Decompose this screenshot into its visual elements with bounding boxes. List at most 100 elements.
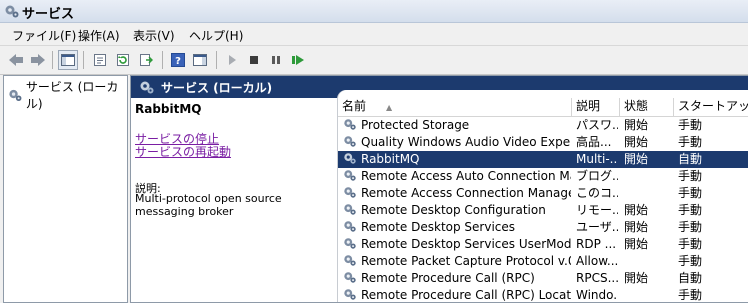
menu-help[interactable]: ヘルプ(H): [189, 27, 243, 44]
service-gear-icon: [343, 134, 357, 151]
service-description: Windo...: [576, 288, 618, 302]
service-name: Remote Access Connection Manager: [361, 186, 571, 200]
service-description: Allow...: [576, 254, 618, 268]
window-title: サービス: [22, 7, 75, 22]
service-status: [624, 287, 672, 302]
title-bar: サービス: [0, 0, 748, 23]
service-status: [624, 253, 672, 270]
tree-node-label: サービス (ローカル): [25, 80, 119, 111]
service-gear-icon: [343, 270, 357, 287]
service-description: リモー...: [576, 203, 618, 217]
service-startup-type: 自動: [678, 271, 703, 285]
service-name: Remote Access Auto Connection Mana...: [361, 169, 571, 183]
menu-file[interactable]: ファイル(F): [12, 27, 76, 44]
service-status: 開始: [624, 271, 649, 285]
service-status: 開始: [624, 135, 649, 149]
tree-node-services-local[interactable]: サービス (ローカル): [8, 78, 127, 112]
service-description: パスワ...: [576, 118, 618, 132]
show-console-tree-icon[interactable]: [58, 50, 78, 70]
service-description: RDP ...: [576, 237, 617, 251]
service-startup-type: 手動: [678, 254, 703, 268]
service-gear-icon: [343, 151, 357, 168]
service-description: このコ...: [576, 186, 618, 200]
service-gear-icon: [343, 117, 357, 134]
service-gear-icon: [343, 253, 357, 270]
service-startup-type: 手動: [678, 135, 703, 149]
export-list-icon[interactable]: [136, 50, 156, 70]
table-row[interactable]: Remote Procedure Call (RPC) Locator Windo…: [338, 287, 748, 302]
menu-view[interactable]: 表示(V): [133, 27, 175, 44]
service-status: 開始: [624, 203, 649, 217]
show-action-pane-icon[interactable]: [190, 50, 210, 70]
service-gear-icon: [343, 185, 357, 202]
service-name: RabbitMQ: [361, 152, 420, 166]
services-gear-icon: [5, 5, 19, 18]
stop-service-icon[interactable]: [244, 50, 264, 70]
help-icon[interactable]: ?: [168, 50, 188, 70]
service-name: Remote Procedure Call (RPC): [361, 271, 535, 285]
table-row[interactable]: Remote Procedure Call (RPC) RPCS... 開始 自動: [338, 270, 748, 287]
service-name: Protected Storage: [361, 118, 470, 132]
service-status: [624, 185, 672, 202]
service-description: RPCS...: [576, 271, 618, 285]
services-gear-icon: [140, 81, 154, 94]
restart-service-link[interactable]: サービスの再起動: [135, 143, 231, 160]
table-row[interactable]: Remote Desktop Services ユーザ... 開始 手動: [338, 219, 748, 236]
svg-text:?: ?: [175, 56, 181, 67]
service-gear-icon: [343, 168, 357, 185]
table-row[interactable]: Remote Access Auto Connection Mana... ブログ…: [338, 168, 748, 185]
table-row[interactable]: Remote Packet Capture Protocol v.0 (e...…: [338, 253, 748, 270]
service-startup-type: 手動: [678, 169, 703, 183]
sort-ascending-icon: ▲: [386, 103, 393, 112]
services-gear-icon: [9, 89, 22, 102]
services-list: 名前▲ 説明 状態 スタートアップの Protected Storage パスワ.…: [338, 90, 748, 302]
service-status: 開始: [624, 152, 649, 166]
toolbar: ?: [0, 45, 748, 75]
service-status: 開始: [624, 220, 649, 234]
forward-arrow-icon[interactable]: [28, 50, 48, 70]
service-startup-type: 自動: [678, 152, 703, 166]
service-gear-icon: [343, 287, 357, 302]
table-row[interactable]: Remote Desktop Services UserMode P... RDP…: [338, 236, 748, 253]
service-status: [624, 168, 672, 185]
pane-title: サービス (ローカル): [161, 81, 273, 95]
service-name: Remote Desktop Services UserMode P...: [361, 237, 571, 251]
service-description: ブログ...: [576, 169, 618, 183]
service-name: Remote Procedure Call (RPC) Locator: [361, 288, 571, 302]
properties-icon[interactable]: [90, 50, 110, 70]
restart-service-icon[interactable]: [288, 50, 308, 70]
service-gear-icon: [343, 219, 357, 236]
service-status: 開始: [624, 237, 649, 251]
service-status: 開始: [624, 118, 649, 132]
table-row[interactable]: Remote Access Connection Manager このコ... 手動: [338, 185, 748, 202]
service-description: 高品...: [576, 135, 612, 149]
column-header-startup-type[interactable]: スタートアップの: [674, 98, 748, 116]
table-row[interactable]: Quality Windows Audio Video Experien... 高…: [338, 134, 748, 151]
table-row[interactable]: Remote Desktop Configuration リモー... 開始 手動: [338, 202, 748, 219]
service-gear-icon: [343, 202, 357, 219]
console-tree: サービス (ローカル): [3, 75, 128, 303]
service-description: Multi-...: [576, 152, 618, 166]
column-header-description[interactable]: 説明: [572, 98, 620, 116]
column-header-status[interactable]: 状態: [620, 98, 674, 116]
table-row[interactable]: RabbitMQ Multi-... 開始 自動: [338, 151, 748, 168]
pause-service-icon[interactable]: [266, 50, 286, 70]
menu-bar: ファイル(F) 操作(A) 表示(V) ヘルプ(H): [0, 23, 748, 45]
service-name: Remote Desktop Configuration: [361, 203, 546, 217]
service-gear-icon: [343, 236, 357, 253]
service-startup-type: 手動: [678, 186, 703, 200]
services-pane: サービス (ローカル) RabbitMQ サービスの停止 サービスの再起動 説明…: [130, 75, 748, 303]
service-description: Multi-protocol open source messaging bro…: [135, 192, 282, 218]
menu-action[interactable]: 操作(A): [78, 27, 120, 44]
service-name: Remote Desktop Services: [361, 220, 516, 234]
service-startup-type: 手動: [678, 288, 703, 302]
start-service-icon[interactable]: [222, 50, 242, 70]
back-arrow-icon[interactable]: [6, 50, 26, 70]
selected-service-name: RabbitMQ: [135, 102, 202, 116]
service-startup-type: 手動: [678, 220, 703, 234]
table-row[interactable]: Protected Storage パスワ... 開始 手動: [338, 117, 748, 134]
service-startup-type: 手動: [678, 237, 703, 251]
column-header-name[interactable]: 名前 ▲: [338, 98, 572, 116]
refresh-icon[interactable]: [113, 50, 133, 70]
service-startup-type: 手動: [678, 118, 703, 132]
